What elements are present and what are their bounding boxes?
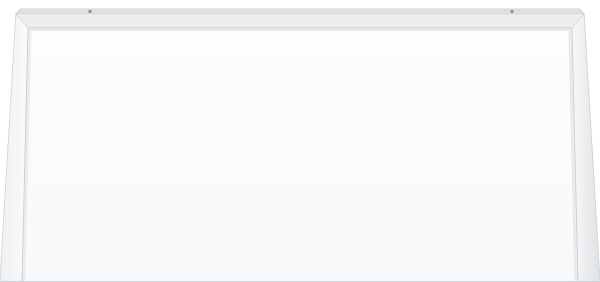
led-panel-photo [0, 0, 600, 282]
screw-right [510, 9, 514, 14]
frame-top-bevel [15, 13, 585, 29]
led-panel-illustration [0, 8, 600, 282]
screw-left [88, 9, 92, 14]
diffuser-surface [25, 31, 575, 282]
